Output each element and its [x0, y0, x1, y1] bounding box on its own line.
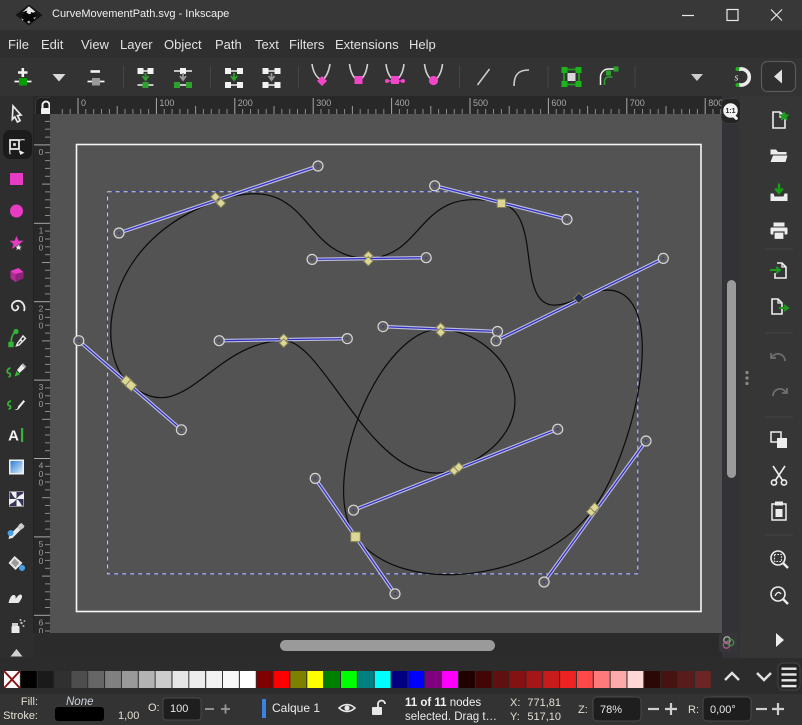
svg-text:None: None	[66, 696, 94, 708]
svg-text:R:: R:	[688, 704, 699, 716]
svg-text:O:: O:	[148, 702, 160, 714]
svg-text:11 of 11 nodes: 11 of 11 nodes	[405, 697, 481, 709]
svg-text:0: 0	[39, 147, 44, 157]
svg-text:X:: X:	[510, 697, 520, 709]
svg-text:Y:: Y:	[510, 711, 520, 723]
svg-text:Z:: Z:	[578, 704, 588, 716]
svg-text:771,81: 771,81	[527, 697, 561, 709]
svg-text:1:1: 1:1	[725, 108, 735, 115]
svg-text:Stroke:: Stroke:	[3, 710, 38, 722]
svg-text:Calque 1: Calque 1	[272, 701, 320, 715]
svg-text:0: 0	[81, 98, 86, 108]
svg-text:200: 200	[238, 98, 253, 108]
svg-text:78%: 78%	[600, 704, 622, 716]
svg-text:300: 300	[316, 98, 331, 108]
svg-text:800: 800	[708, 98, 722, 108]
svg-text:0,00°: 0,00°	[710, 704, 736, 716]
svg-text:517,10: 517,10	[527, 711, 561, 723]
svg-text:0: 0	[39, 242, 44, 252]
svg-text:0: 0	[39, 478, 44, 488]
svg-text:1,00: 1,00	[118, 710, 139, 722]
svg-text:Fill:: Fill:	[21, 696, 38, 708]
svg-text:400: 400	[395, 98, 410, 108]
svg-text:0: 0	[39, 399, 44, 409]
svg-text:600: 600	[551, 98, 566, 108]
svg-text:selected. Drag t…: selected. Drag t…	[405, 711, 497, 723]
svg-text:0: 0	[39, 556, 44, 566]
svg-text:100: 100	[170, 703, 188, 715]
svg-text:700: 700	[630, 98, 645, 108]
svg-text:A: A	[8, 428, 19, 445]
svg-text:0: 0	[39, 321, 44, 331]
svg-text:0: 0	[39, 626, 44, 633]
svg-text:100: 100	[159, 98, 174, 108]
svg-text:s: s	[735, 73, 739, 84]
svg-text:500: 500	[473, 98, 488, 108]
